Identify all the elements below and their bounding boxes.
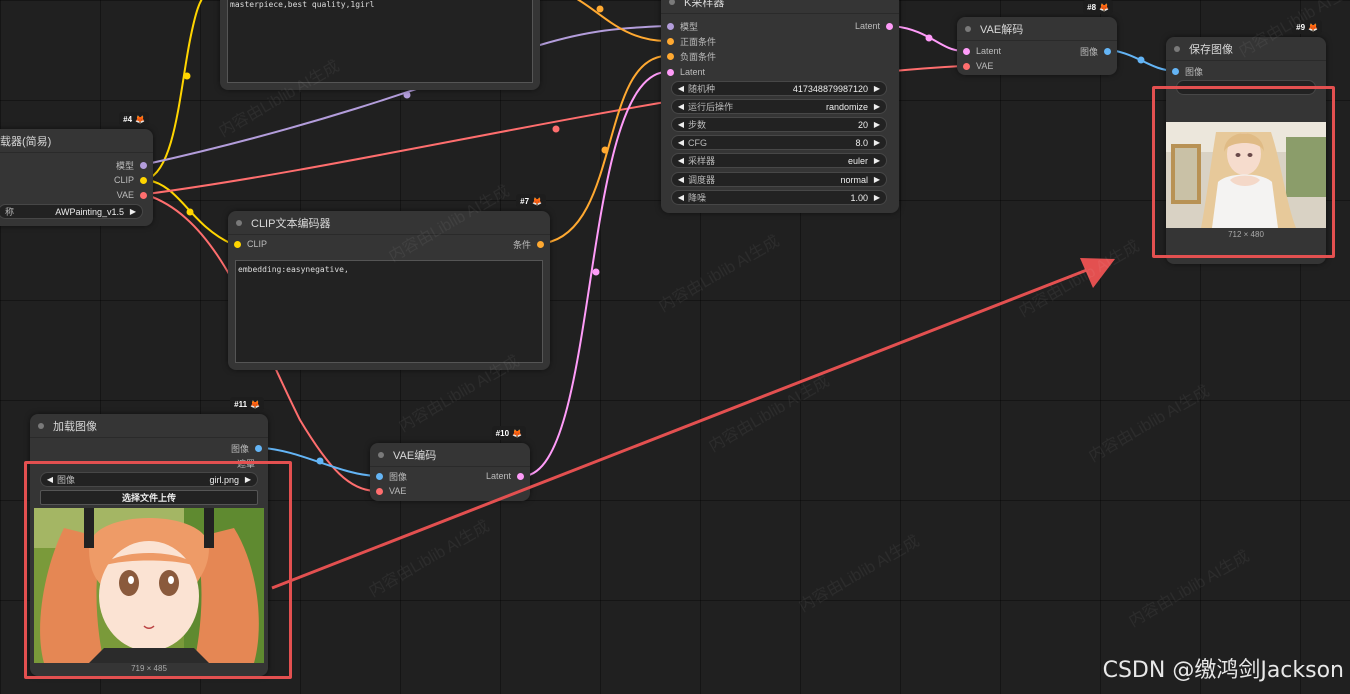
annotation-arrow xyxy=(271,258,1115,590)
csdn-credit: CSDN @缴鸿剑Jackson xyxy=(1102,658,1344,683)
arrow-head-icon xyxy=(1080,258,1115,288)
arrow-line xyxy=(271,266,1093,590)
